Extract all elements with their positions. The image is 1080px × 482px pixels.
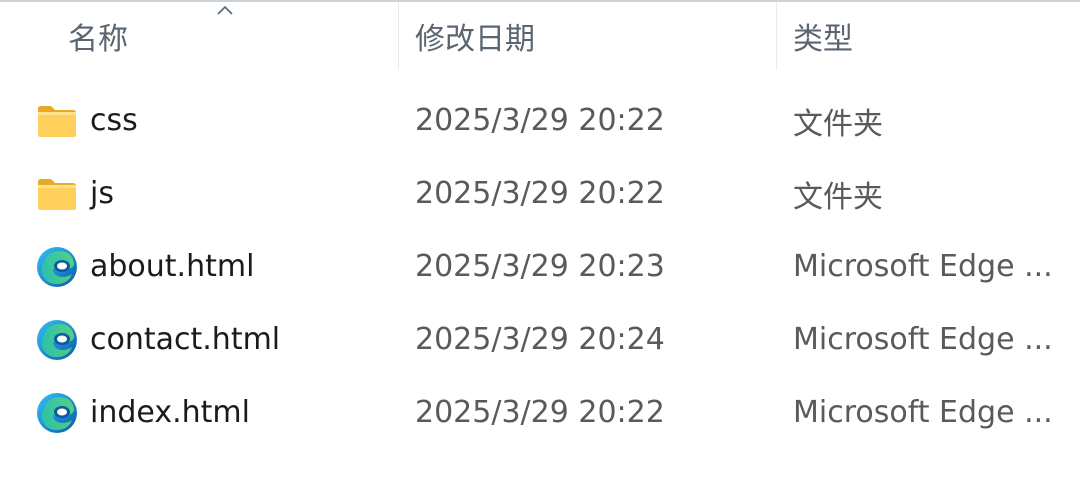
file-type: Microsoft Edge ... [793, 395, 1053, 430]
file-name: index.html [90, 395, 250, 430]
edge-icon [36, 392, 78, 434]
file-date-modified: 2025/3/29 20:22 [415, 395, 665, 430]
file-row-css[interactable]: css 2025/3/29 20:22 文件夹 [0, 84, 1080, 157]
file-name-cell: about.html [36, 230, 396, 303]
edge-icon [36, 319, 78, 361]
file-name: js [90, 176, 114, 211]
file-row-contact-html[interactable]: contact.html 2025/3/29 20:24 Microsoft E… [0, 303, 1080, 376]
file-date-modified: 2025/3/29 20:23 [415, 249, 665, 284]
file-name: about.html [90, 249, 255, 284]
file-name-cell: js [36, 157, 396, 230]
column-header-type[interactable]: 类型 [776, 2, 1080, 70]
file-row-about-html[interactable]: about.html 2025/3/29 20:23 Microsoft Edg… [0, 230, 1080, 303]
file-explorer-list: 名称 修改日期 类型 css 2025/3/29 20:22 文件夹 js 20… [0, 0, 1080, 482]
file-date-modified: 2025/3/29 20:22 [415, 103, 665, 138]
file-row-js[interactable]: js 2025/3/29 20:22 文件夹 [0, 157, 1080, 230]
file-name-cell: contact.html [36, 303, 396, 376]
file-type: 文件夹 [793, 106, 883, 142]
edge-icon [36, 246, 78, 288]
column-header-bar: 名称 修改日期 类型 [0, 2, 1080, 70]
folder-icon [36, 173, 78, 215]
file-name-cell: index.html [36, 376, 396, 449]
file-list: css 2025/3/29 20:22 文件夹 js 2025/3/29 20:… [0, 84, 1080, 449]
file-row-index-html[interactable]: index.html 2025/3/29 20:22 Microsoft Edg… [0, 376, 1080, 449]
file-date-modified: 2025/3/29 20:24 [415, 322, 665, 357]
file-name: contact.html [90, 322, 281, 357]
file-name: css [90, 103, 138, 138]
sort-ascending-icon [217, 5, 233, 15]
column-header-name[interactable]: 名称 [0, 2, 398, 70]
column-header-date-modified[interactable]: 修改日期 [398, 2, 776, 70]
file-date-modified: 2025/3/29 20:22 [415, 176, 665, 211]
file-name-cell: css [36, 84, 396, 157]
file-type: Microsoft Edge ... [793, 322, 1053, 357]
file-type: Microsoft Edge ... [793, 249, 1053, 284]
file-type: 文件夹 [793, 179, 883, 215]
folder-icon [36, 100, 78, 142]
